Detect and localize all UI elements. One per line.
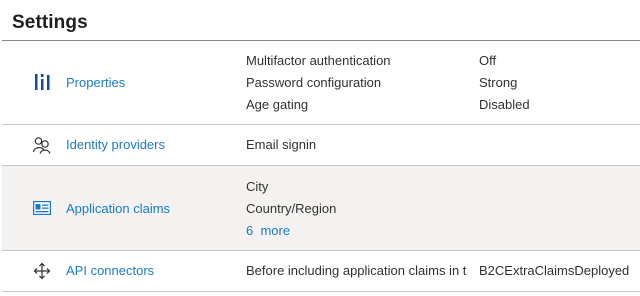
api-connectors-link[interactable]: API connectors xyxy=(66,263,154,278)
mfa-label: Multifactor authentication xyxy=(246,53,391,68)
properties-link[interactable]: Properties xyxy=(66,75,125,90)
age-gating-value: Disabled xyxy=(479,97,530,112)
more-claims-link[interactable]: 6 more xyxy=(246,223,290,238)
claim-item: Country/Region xyxy=(246,201,337,216)
identity-providers-value: Email signin xyxy=(246,137,317,152)
move-arrows-icon xyxy=(32,261,52,281)
api-connector-step: Before including application claims in t xyxy=(246,263,467,278)
age-gating-label: Age gating xyxy=(246,97,309,112)
password-config-value: Strong xyxy=(479,75,518,90)
settings-row-identity-providers: Identity providers Email signin xyxy=(2,125,640,166)
settings-row-application-claims: Application claims City Country/Region 6… xyxy=(2,166,640,251)
properties-icon xyxy=(32,72,52,92)
claim-item: City xyxy=(246,179,269,194)
application-claims-link[interactable]: Application claims xyxy=(66,201,170,216)
id-card-icon xyxy=(32,198,52,218)
settings-row-api-connectors: API connectors Before including applicat… xyxy=(2,251,640,292)
identity-providers-link[interactable]: Identity providers xyxy=(66,137,165,152)
people-icon xyxy=(32,135,52,155)
mfa-value: Off xyxy=(479,53,497,68)
page-title: Settings xyxy=(12,12,88,33)
settings-row-properties: Properties Multifactor authentication Of… xyxy=(2,41,640,125)
api-connector-name: B2CExtraClaimsDeployed xyxy=(479,263,630,278)
password-config-label: Password configuration xyxy=(246,75,382,90)
